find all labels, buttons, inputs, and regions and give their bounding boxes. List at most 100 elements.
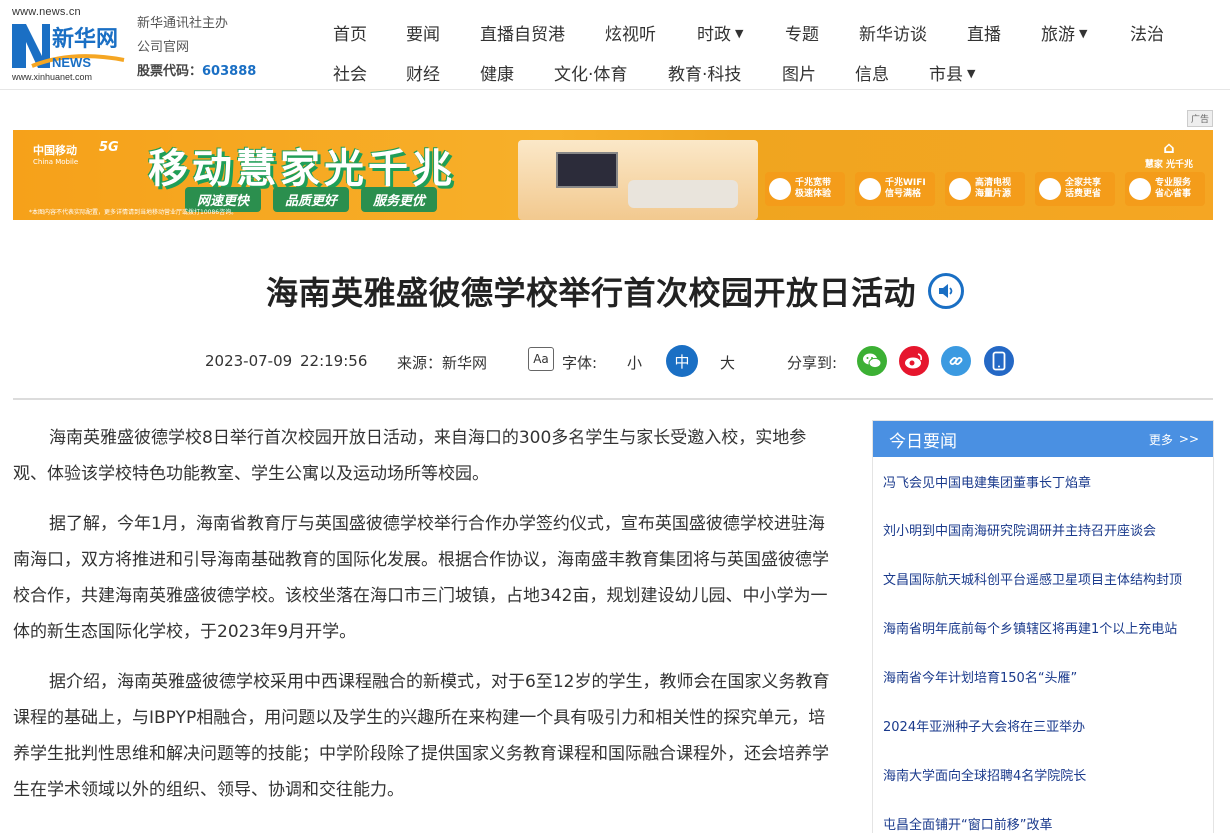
news-link[interactable]: 海南省明年底前每个乡镇辖区将再建1个以上充电站 [883,603,1203,652]
tv-icon [556,152,618,188]
news-link[interactable]: 冯飞会见中国电建集团董事长丁焰章 [883,457,1203,505]
font-medium-button[interactable]: 中 [666,345,698,377]
feature-icon [949,178,971,200]
nav-item-society[interactable]: 社会 [333,54,367,90]
feature-line1: 千兆WIFI [885,178,926,188]
ad-tag: 广告 [1186,110,1213,127]
font-small-button[interactable]: 小 [627,352,642,373]
nav-item-interviews[interactable]: 新华访谈 [859,14,927,50]
ad-tag-3: 服务更优 [361,187,438,212]
feature-line1: 高清电视 [975,178,1012,188]
speaker-icon[interactable] [928,273,964,309]
divider [13,398,1213,400]
feature-line1: 专业服务 [1155,178,1192,188]
news-link[interactable]: 刘小明到中国南海研究院调研并主持召开座谈会 [883,505,1203,554]
logo-brand: 新华网 [52,26,118,52]
ad-brand-en: China Mobile [33,158,79,166]
nav-item-ftp-live[interactable]: 直播自贸港 [480,14,565,50]
ad-slogan: 移动慧家光千兆 [148,146,456,192]
ad-5g: 5G [99,140,119,155]
today-news-list: 冯飞会见中国电建集团董事长丁焰章 刘小明到中国南海研究院调研并主持召开座谈会 文… [873,457,1213,833]
article-paragraph: 据介绍，海南英雅盛彼德学校采用中西课程融合的新模式，对于6至12岁的学生，教师会… [13,672,830,800]
nav-item-video[interactable]: 炫视听 [605,14,656,50]
more-link[interactable]: 更多 >> [1149,431,1199,448]
font-size-label: 字体: [562,354,598,372]
site-header: www.news.cn 新华网 NEWS www.xinhuanet.com 新… [0,0,1230,90]
article-paragraph: 据了解，今年1月，海南省教育厅与英国盛彼德学校举行合作办学签约仪式，宣布英国盛彼… [13,514,829,642]
font-large-button[interactable]: 大 [720,352,735,373]
nav-item-info[interactable]: 信息 [855,54,889,90]
ad-features: 千兆宽带 极速体验 千兆WIFI 信号满格 高清电视 海量片源 全家共享 话费更省 专业… [765,172,1205,206]
ad-feature: 千兆宽带 极速体验 [765,172,845,206]
mobile-share-icon[interactable] [984,346,1014,376]
news-link[interactable]: 文昌国际航天城科创平台遥感卫星项目主体结构封顶 [883,554,1203,603]
ad-banner[interactable]: 中国移动 China Mobile 5G 移动慧家光千兆 网速更快 品质更好 服… [13,130,1213,220]
ad-feature: 高清电视 海量片源 [945,172,1025,206]
org-line1: 新华通讯社主办 [137,16,229,31]
ad-home-label: 慧家 光千兆 [1144,160,1193,170]
stock-code[interactable]: 603888 [202,64,256,79]
stock-info: 股票代码：603888 [137,60,256,84]
nav-item-home[interactable]: 首页 [333,14,367,50]
nav-item-politics-label: 时政 [697,24,731,45]
feature-line2: 海量片源 [975,189,1012,199]
logo-news-text: NEWS [52,55,91,70]
ad-tag-2: 品质更好 [273,187,350,212]
sofa-icon [628,180,738,208]
feature-line2: 极速体验 [795,189,832,199]
share-label: 分享到: [787,354,838,372]
org-line2: 公司官网 [137,40,190,55]
today-news-title: 今日要闻 [889,431,957,452]
wechat-share-icon[interactable] [857,346,887,376]
weibo-share-icon[interactable] [899,346,929,376]
nav-row-1: 首页 要闻 直播自贸港 炫视听 时政 ▼ 专题 新华访谈 直播 旅游 ▼ 法治 [322,14,1202,50]
nav-item-counties[interactable]: 市县 ▼ [929,54,975,90]
nav-item-health[interactable]: 健康 [480,54,514,90]
nav-item-topics[interactable]: 专题 [785,14,819,50]
feature-line1: 全家共享 [1065,178,1102,188]
nav-row-2: 社会 财经 健康 文化·体育 教育·科技 图片 信息 市县 ▼ [322,54,1202,90]
ad-note: *本图内容不代表实际配置，更多详情请到当地移动营业厅或拨打10086咨询。 [29,209,238,216]
nav-item-news[interactable]: 要闻 [406,14,440,50]
feature-line2: 信号满格 [885,189,922,199]
feature-icon [1129,178,1151,200]
article-body: 海南英雅盛彼德学校8日举行首次校园开放日活动，来自海口的300多名学生与家长受邀… [13,420,833,822]
xinhuanet-logo-icon: 新华网 NEWS [12,24,125,70]
news-link[interactable]: 2024年亚洲种子大会将在三亚举办 [883,701,1203,750]
stock-label: 股票代码： [137,64,203,79]
double-chevron-right-icon: >> [1178,432,1199,446]
nav-item-edu-tech[interactable]: 教育·科技 [668,54,741,90]
news-link[interactable]: 海南省今年计划培育150名“头雁” [883,652,1203,701]
nav-item-politics[interactable]: 时政 ▼ [697,14,743,50]
org-info: 新华通讯社主办 公司官网 股票代码：603888 [137,12,256,84]
xinhua-logo[interactable]: www.news.cn 新华网 NEWS www.xinhuanet.com [12,6,127,84]
article-time: 22:19:56 [300,352,368,370]
chevron-down-icon: ▼ [1079,26,1088,40]
main-nav: 首页 要闻 直播自贸港 炫视听 时政 ▼ 专题 新华访谈 直播 旅游 ▼ 法治 社会… [322,14,1202,94]
feature-line1: 千兆宽带 [795,178,832,188]
nav-item-travel[interactable]: 旅游 ▼ [1041,14,1087,50]
chevron-down-icon: ▼ [735,26,744,40]
news-link[interactable]: 屯昌全面铺开“窗口前移”改革 [883,799,1203,833]
nav-item-live[interactable]: 直播 [967,14,1001,50]
ad-room-image [518,140,758,220]
font-size-icon: Aa [528,347,554,371]
logo-url-secondary: www.xinhuanet.com [12,72,93,82]
ad-feature: 千兆WIFI 信号满格 [855,172,935,206]
feature-icon [769,178,791,200]
logo-url: www.news.cn [12,6,81,18]
ad-feature: 专业服务 省心省事 [1125,172,1205,206]
news-link[interactable]: 海南大学面向全球招聘4名学院院长 [883,750,1203,799]
ad-brand-cn: 中国移动 [33,144,77,157]
nav-item-photos[interactable]: 图片 [782,54,816,90]
nav-item-law[interactable]: 法治 [1130,14,1164,50]
article-source: 来源：新华网 [397,354,488,372]
chevron-down-icon: ▼ [967,66,976,80]
article-date: 2023-07-09 [205,352,293,370]
article-paragraph: 海南英雅盛彼德学校8日举行首次校园开放日活动，来自海口的300多名学生与家长受邀… [13,428,807,484]
link-share-icon[interactable] [941,346,971,376]
nav-item-culture-sports[interactable]: 文化·体育 [554,54,627,90]
nav-item-finance[interactable]: 财经 [406,54,440,90]
article-meta: 2023-07-09 22:19:56 来源：新华网 Aa 字体: 小 中 大 … [0,344,1230,380]
more-label: 更多 [1148,432,1173,447]
